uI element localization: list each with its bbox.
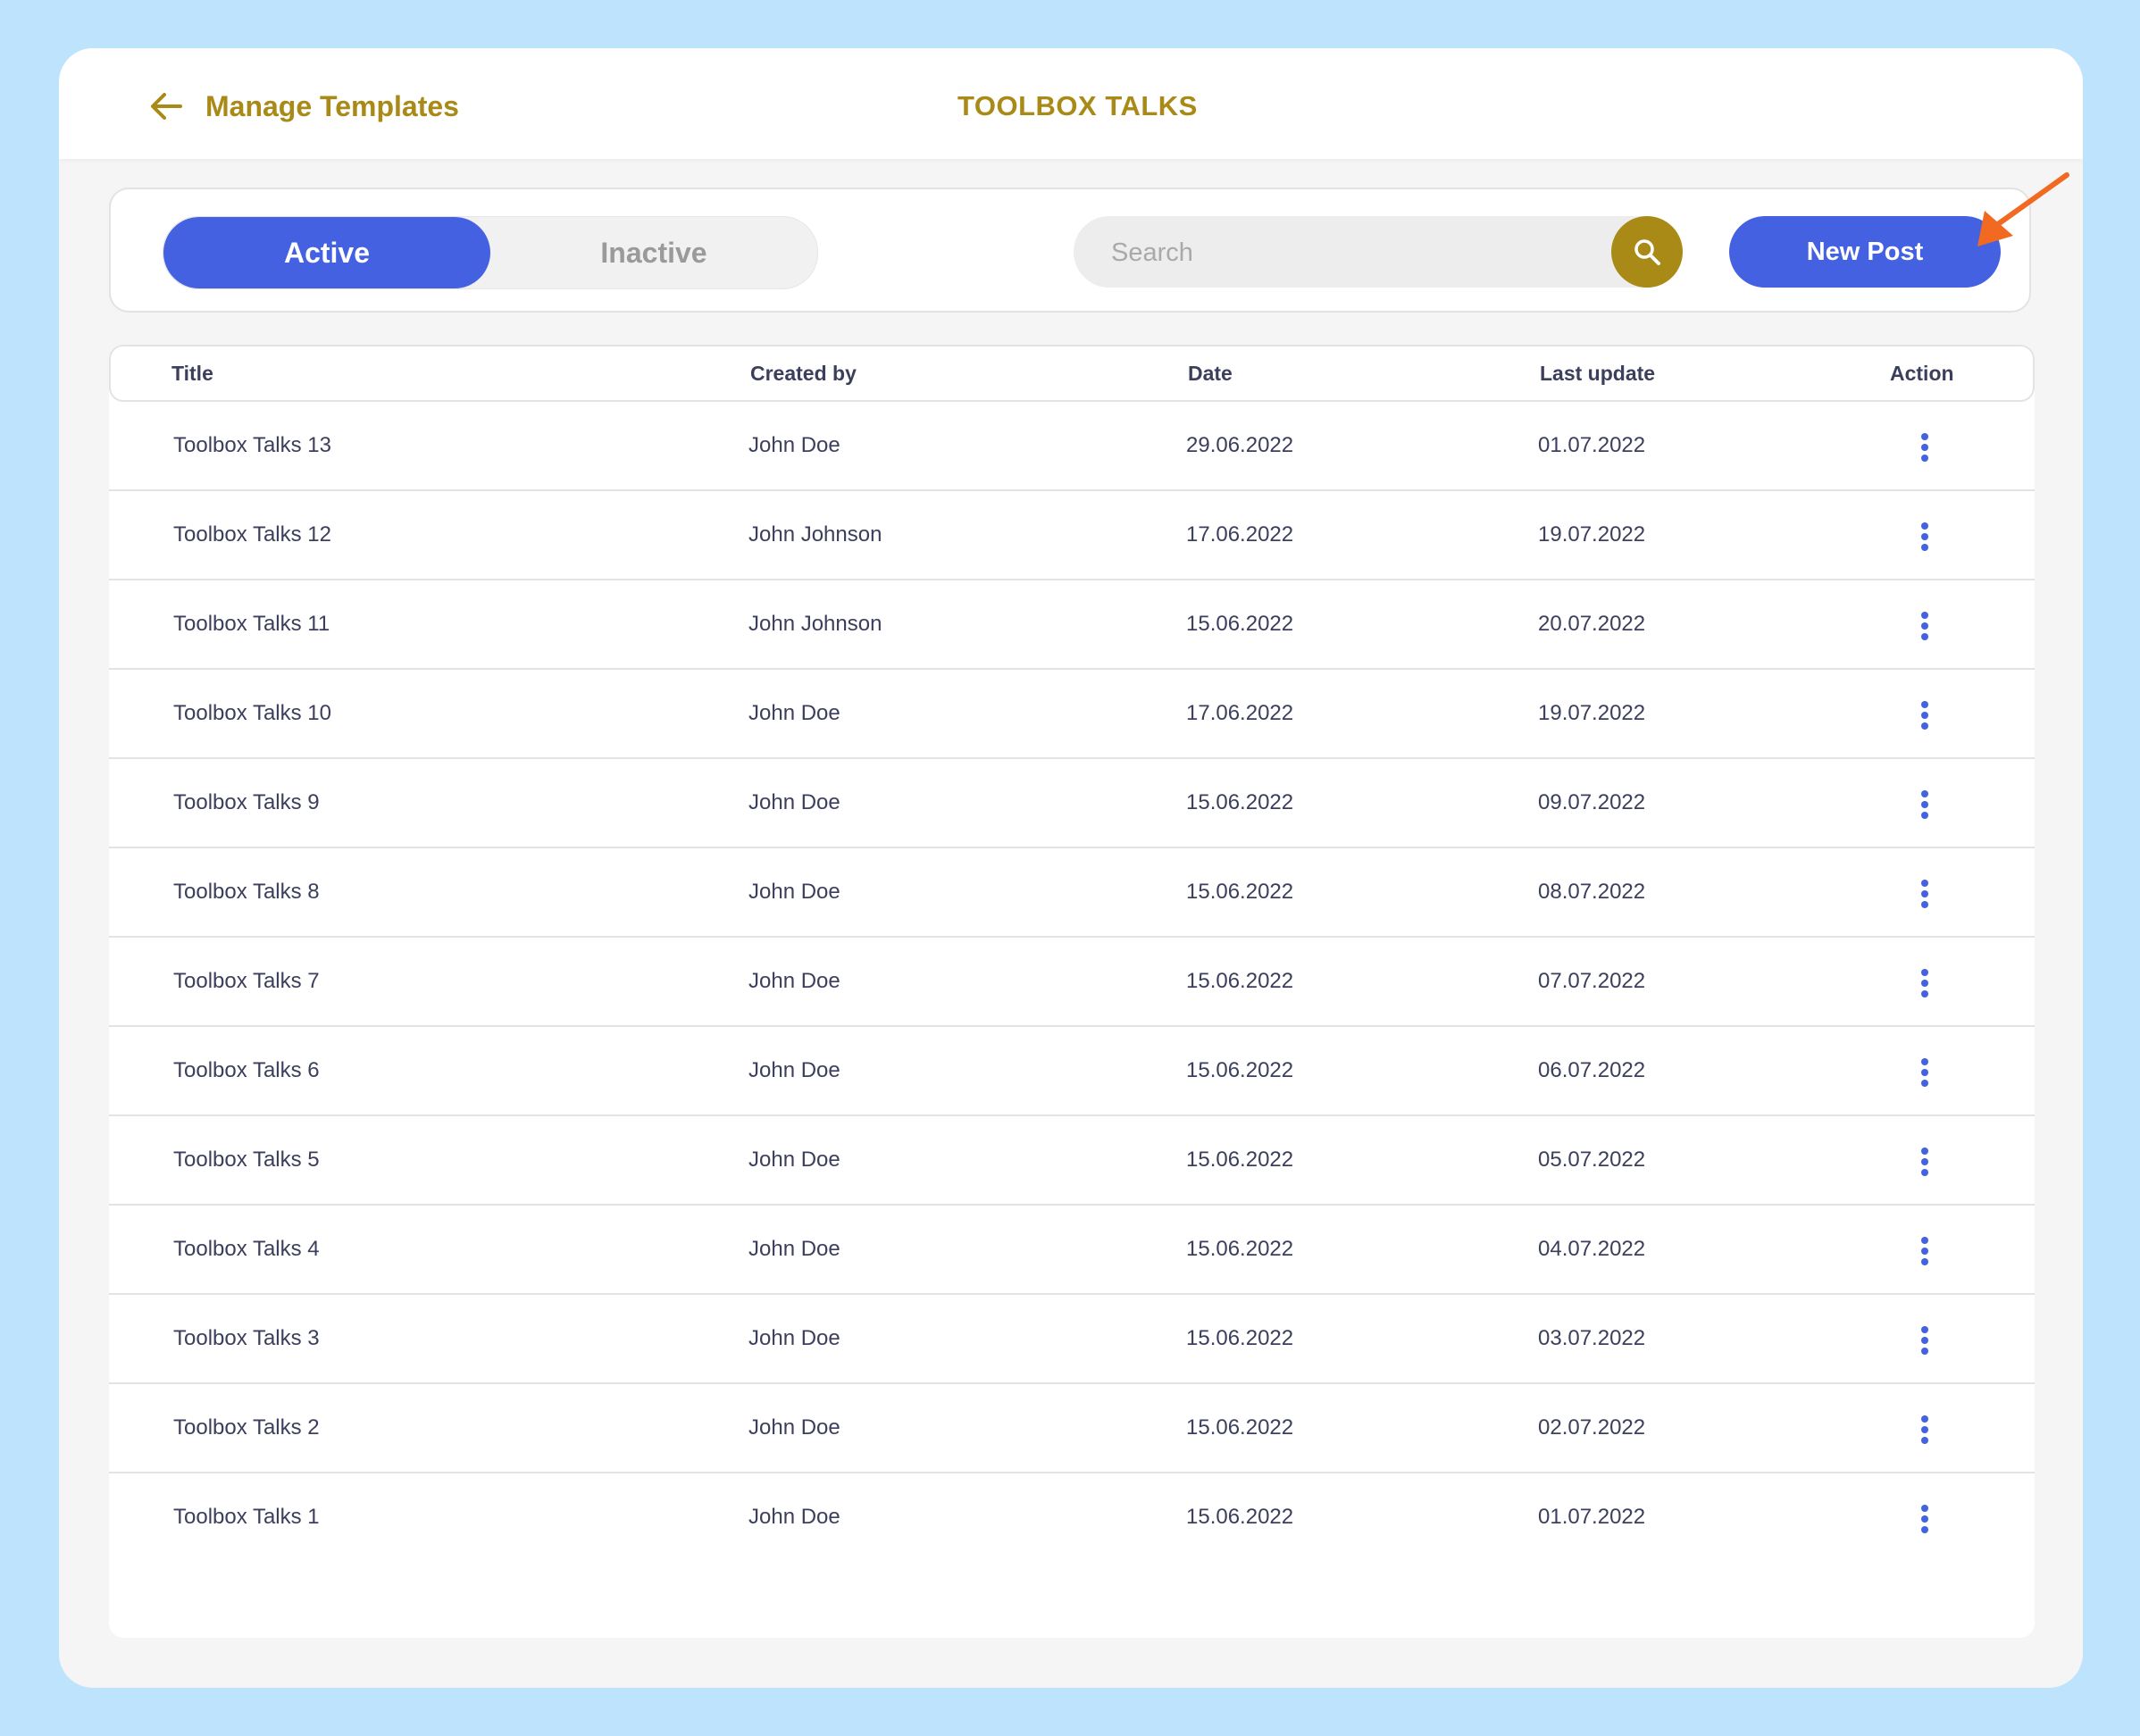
cell-last-update: 08.07.2022 [1538, 880, 1646, 904]
cell-title: Toolbox Talks 8 [173, 880, 320, 904]
more-vertical-icon[interactable] [1918, 879, 1931, 909]
cell-title: Toolbox Talks 5 [173, 1148, 320, 1172]
cell-last-update: 06.07.2022 [1538, 1058, 1646, 1082]
callout-arrow-icon [1977, 172, 2069, 246]
table-row[interactable]: Toolbox Talks 2 John Doe 15.06.2022 02.07.2… [109, 1384, 2035, 1473]
table-row[interactable]: Toolbox Talks 7 John Doe 15.06.2022 07.07.2… [109, 938, 2035, 1027]
cell-title: Toolbox Talks 3 [173, 1326, 320, 1350]
table-row[interactable]: Toolbox Talks 8 John Doe 15.06.2022 08.07.2… [109, 848, 2035, 938]
cell-title: Toolbox Talks 1 [173, 1505, 320, 1529]
tab-active[interactable]: Active [163, 217, 490, 288]
cell-title: Toolbox Talks 2 [173, 1415, 320, 1440]
cell-last-update: 04.07.2022 [1538, 1237, 1646, 1261]
cell-title: Toolbox Talks 6 [173, 1058, 320, 1082]
more-vertical-icon[interactable] [1918, 1504, 1931, 1534]
table-row[interactable]: Toolbox Talks 3 John Doe 15.06.2022 03.07.2… [109, 1295, 2035, 1384]
cell-date: 15.06.2022 [1186, 1237, 1294, 1261]
cell-date: 17.06.2022 [1186, 701, 1294, 725]
cell-date: 15.06.2022 [1186, 1326, 1294, 1350]
more-vertical-icon[interactable] [1918, 1415, 1931, 1445]
cell-last-update: 09.07.2022 [1538, 790, 1646, 814]
cell-created-by: John Doe [748, 1326, 840, 1350]
cell-title: Toolbox Talks 9 [173, 790, 320, 814]
more-vertical-icon[interactable] [1918, 1057, 1931, 1088]
cell-last-update: 19.07.2022 [1538, 522, 1646, 547]
table-row[interactable]: Toolbox Talks 5 John Doe 15.06.2022 05.07.2… [109, 1116, 2035, 1206]
cell-created-by: John Doe [748, 1505, 840, 1529]
cell-last-update: 01.07.2022 [1538, 1505, 1646, 1529]
cell-date: 15.06.2022 [1186, 612, 1294, 636]
more-vertical-icon[interactable] [1918, 968, 1931, 998]
cell-title: Toolbox Talks 13 [173, 433, 331, 457]
cell-date: 15.06.2022 [1186, 790, 1294, 814]
page-title-wrap: TOOLBOX TALKS [59, 84, 2083, 129]
cell-date: 29.06.2022 [1186, 433, 1294, 457]
column-header-date[interactable]: Date [1188, 346, 1233, 400]
cell-last-update: 03.07.2022 [1538, 1326, 1646, 1350]
table-header: Title Created by Date Last update Action [109, 345, 2035, 402]
cell-date: 15.06.2022 [1186, 1148, 1294, 1172]
cell-title: Toolbox Talks 4 [173, 1237, 320, 1261]
tab-inactive[interactable]: Inactive [490, 217, 817, 288]
table-row[interactable]: Toolbox Talks 9 John Doe 15.06.2022 09.07.2… [109, 759, 2035, 848]
cell-title: Toolbox Talks 7 [173, 969, 320, 993]
search-button[interactable] [1611, 216, 1683, 288]
cell-date: 17.06.2022 [1186, 522, 1294, 547]
cell-created-by: John Doe [748, 880, 840, 904]
search-input[interactable] [1109, 216, 1595, 289]
cell-date: 15.06.2022 [1186, 1505, 1294, 1529]
column-header-action: Action [1890, 362, 1954, 385]
more-vertical-icon[interactable] [1918, 1147, 1931, 1177]
more-vertical-icon[interactable] [1918, 611, 1931, 641]
cell-created-by: John Doe [748, 1148, 840, 1172]
search-box [1074, 216, 1683, 289]
app-window: Manage Templates TOOLBOX TALKS Active In… [59, 48, 2083, 1688]
cell-last-update: 07.07.2022 [1538, 969, 1646, 993]
cell-created-by: John Johnson [748, 612, 882, 636]
toolbar: Active Inactive New Post [109, 188, 2031, 313]
more-vertical-icon[interactable] [1918, 1325, 1931, 1356]
more-vertical-icon[interactable] [1918, 789, 1931, 820]
cell-last-update: 01.07.2022 [1538, 433, 1646, 457]
cell-last-update: 05.07.2022 [1538, 1148, 1646, 1172]
column-header-title[interactable]: Title [171, 346, 213, 400]
status-toggle: Active Inactive [163, 216, 818, 289]
cell-title: Toolbox Talks 10 [173, 701, 331, 725]
page-title: TOOLBOX TALKS [957, 90, 1198, 121]
table-row[interactable]: Toolbox Talks 11 John Johnson 15.06.2022 20… [109, 580, 2035, 670]
cell-created-by: John Doe [748, 790, 840, 814]
cell-date: 15.06.2022 [1186, 1415, 1294, 1440]
cell-created-by: John Johnson [748, 522, 882, 547]
more-vertical-icon[interactable] [1918, 432, 1931, 463]
cell-title: Toolbox Talks 12 [173, 522, 331, 547]
top-bar: Manage Templates TOOLBOX TALKS [59, 48, 2083, 159]
more-vertical-icon[interactable] [1918, 1236, 1931, 1266]
more-vertical-icon[interactable] [1918, 522, 1931, 552]
cell-last-update: 20.07.2022 [1538, 612, 1646, 636]
column-header-created-by[interactable]: Created by [750, 346, 857, 400]
new-post-button[interactable]: New Post [1729, 216, 2001, 288]
cell-created-by: John Doe [748, 1058, 840, 1082]
templates-table: Title Created by Date Last update Action… [109, 345, 2035, 1638]
cell-last-update: 19.07.2022 [1538, 701, 1646, 725]
cell-created-by: John Doe [748, 701, 840, 725]
cell-created-by: John Doe [748, 969, 840, 993]
cell-created-by: John Doe [748, 1237, 840, 1261]
table-row[interactable]: Toolbox Talks 10 John Doe 17.06.2022 19.07.… [109, 670, 2035, 759]
cell-date: 15.06.2022 [1186, 1058, 1294, 1082]
table-row[interactable]: Toolbox Talks 4 John Doe 15.06.2022 04.07.2… [109, 1206, 2035, 1295]
cell-title: Toolbox Talks 11 [173, 612, 330, 636]
search-icon [1634, 239, 1660, 265]
cell-last-update: 02.07.2022 [1538, 1415, 1646, 1440]
table-row[interactable]: Toolbox Talks 6 John Doe 15.06.2022 06.07.2… [109, 1027, 2035, 1116]
cell-created-by: John Doe [748, 1415, 840, 1440]
table-row[interactable]: Toolbox Talks 1 John Doe 15.06.2022 01.07.2… [109, 1473, 2035, 1563]
table-row[interactable]: Toolbox Talks 12 John Johnson 17.06.2022 19… [109, 491, 2035, 580]
column-header-last-update[interactable]: Last update [1540, 346, 1655, 400]
more-vertical-icon[interactable] [1918, 700, 1931, 730]
cell-date: 15.06.2022 [1186, 880, 1294, 904]
cell-date: 15.06.2022 [1186, 969, 1294, 993]
cell-created-by: John Doe [748, 433, 840, 457]
table-row[interactable]: Toolbox Talks 13 John Doe 29.06.2022 01.07.… [109, 402, 2035, 491]
